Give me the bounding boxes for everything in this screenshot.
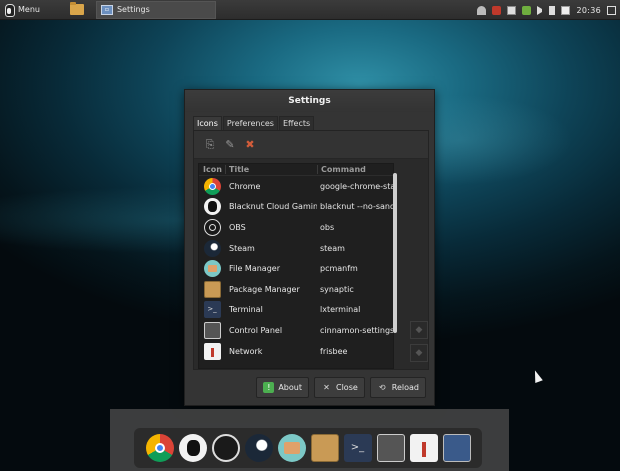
column-header-title[interactable]: Title xyxy=(225,165,317,174)
vertical-scrollbar[interactable] xyxy=(393,173,397,333)
move-up-button[interactable]: ◆ xyxy=(410,321,428,339)
network-tray-icon[interactable] xyxy=(477,5,487,15)
shield-tray-icon[interactable] xyxy=(492,5,502,15)
power-tray-icon[interactable] xyxy=(607,5,616,15)
mouse-cursor-icon xyxy=(531,368,543,384)
row-command: blacknut --no-sand xyxy=(320,202,393,212)
chrome-icon[interactable] xyxy=(145,434,174,462)
close-icon: ✕ xyxy=(323,383,330,392)
network-icon xyxy=(203,342,221,360)
list-row[interactable]: File Manager pcmanfm xyxy=(199,258,393,279)
list-row[interactable]: Control Panel cinnamon-settings xyxy=(199,320,393,341)
row-command: cinnamon-settings xyxy=(320,325,393,335)
steam-icon[interactable] xyxy=(244,434,273,462)
row-title: Blacknut Cloud Gaming xyxy=(229,202,317,212)
settings-window-icon: ▫ xyxy=(100,4,113,15)
row-title: File Manager xyxy=(229,264,280,274)
network-icon[interactable] xyxy=(409,434,438,462)
reload-icon: ⟲ xyxy=(378,383,386,392)
icons-panel: ⎘ ✎ ✖ Icon Title Command Chrome google-c… xyxy=(193,130,429,370)
dialog-title: Settings xyxy=(185,90,434,112)
launcher-list: Icon Title Command Chrome google-chrome-… xyxy=(198,163,394,369)
volume-tray-icon[interactable] xyxy=(537,5,543,15)
update-tray-icon[interactable] xyxy=(507,5,517,15)
tab-icons[interactable]: Icons xyxy=(193,116,222,130)
list-row[interactable]: Package Manager synaptic xyxy=(199,279,393,300)
terminal-icon: >_ xyxy=(203,301,221,319)
close-button[interactable]: ✕ Close xyxy=(313,377,365,398)
terminal-icon[interactable]: >_ xyxy=(343,434,372,462)
screenshot-tray-icon[interactable] xyxy=(522,5,532,15)
row-command: google-chrome-sta xyxy=(320,181,393,191)
tab-preferences[interactable]: Preferences xyxy=(222,116,278,130)
menu-label: Menu xyxy=(18,5,40,14)
row-command: synaptic xyxy=(320,284,354,294)
tab-bar: Icons Preferences Effects xyxy=(193,116,315,130)
clock[interactable]: 20:36 xyxy=(576,6,601,15)
menu-button[interactable]: Menu xyxy=(0,0,46,20)
row-title: Steam xyxy=(229,243,255,253)
column-header-icon[interactable]: Icon xyxy=(199,165,225,174)
row-command: steam xyxy=(320,243,345,253)
tab-effects[interactable]: Effects xyxy=(278,116,315,130)
system-tray: 20:36 xyxy=(477,0,616,20)
file-manager-icon xyxy=(203,260,221,278)
arrow-up-icon: ◆ xyxy=(415,325,423,335)
package-manager-icon[interactable] xyxy=(310,434,339,462)
row-command: obs xyxy=(320,222,335,232)
settings-dialog: Settings Icons Preferences Effects ⎘ ✎ ✖… xyxy=(184,89,435,406)
row-command: pcmanfm xyxy=(320,264,358,274)
edit-launcher-icon[interactable]: ✎ xyxy=(224,138,236,151)
list-row[interactable]: Blacknut Cloud Gaming blacknut --no-sand xyxy=(199,197,393,218)
column-header-command[interactable]: Command xyxy=(317,165,393,174)
row-title: Control Panel xyxy=(229,325,283,335)
move-down-button[interactable]: ◆ xyxy=(410,344,428,362)
about-icon: ! xyxy=(263,382,275,393)
row-command: lxterminal xyxy=(320,305,361,315)
dialog-buttons: ! About ✕ Close ⟲ Reload xyxy=(256,377,426,398)
blacknut-icon[interactable] xyxy=(178,434,207,462)
package-manager-icon xyxy=(203,280,221,298)
list-row[interactable]: Steam steam xyxy=(199,238,393,259)
icons-toolbar: ⎘ ✎ ✖ xyxy=(194,131,428,159)
reload-button[interactable]: ⟲ Reload xyxy=(369,377,426,398)
list-header: Icon Title Command xyxy=(199,164,393,176)
row-command: frisbee xyxy=(320,346,348,356)
row-title: Terminal xyxy=(229,305,263,315)
reload-label: Reload xyxy=(391,383,419,392)
battery-tray-icon[interactable] xyxy=(549,5,556,15)
taskbar-window-settings[interactable]: ▫ Settings xyxy=(95,0,216,19)
control-panel-icon[interactable] xyxy=(376,434,405,462)
row-title: Package Manager xyxy=(229,284,300,294)
row-title: Chrome xyxy=(229,181,261,191)
about-button[interactable]: ! About xyxy=(256,377,309,398)
blacknut-icon xyxy=(203,198,221,216)
list-row[interactable]: >_ Terminal lxterminal xyxy=(199,300,393,321)
list-row[interactable]: Network frisbee xyxy=(199,341,393,362)
obs-icon xyxy=(203,218,221,236)
tux-icon xyxy=(4,3,15,17)
add-launcher-icon[interactable]: ⎘ xyxy=(204,138,216,151)
about-label: About xyxy=(278,383,302,392)
top-panel: Menu ▫ Settings 20:36 xyxy=(0,0,620,20)
remove-launcher-icon[interactable]: ✖ xyxy=(244,138,256,151)
folder-launcher-icon[interactable] xyxy=(69,2,84,15)
chrome-icon xyxy=(203,177,221,195)
clipboard-tray-icon[interactable] xyxy=(561,5,571,15)
file-manager-icon[interactable] xyxy=(277,434,306,462)
list-row[interactable]: OBS obs xyxy=(199,217,393,238)
obs-icon[interactable] xyxy=(211,434,240,462)
close-label: Close xyxy=(335,383,358,392)
steam-icon xyxy=(203,239,221,257)
row-title: Network xyxy=(229,346,263,356)
extra-app-icon[interactable] xyxy=(442,434,471,462)
list-row[interactable]: Chrome google-chrome-sta xyxy=(199,176,393,197)
control-panel-icon xyxy=(203,321,221,339)
taskbar-window-label: Settings xyxy=(116,5,150,14)
row-title: OBS xyxy=(229,222,246,232)
arrow-down-icon: ◆ xyxy=(415,348,423,358)
dock: >_ xyxy=(134,428,482,468)
